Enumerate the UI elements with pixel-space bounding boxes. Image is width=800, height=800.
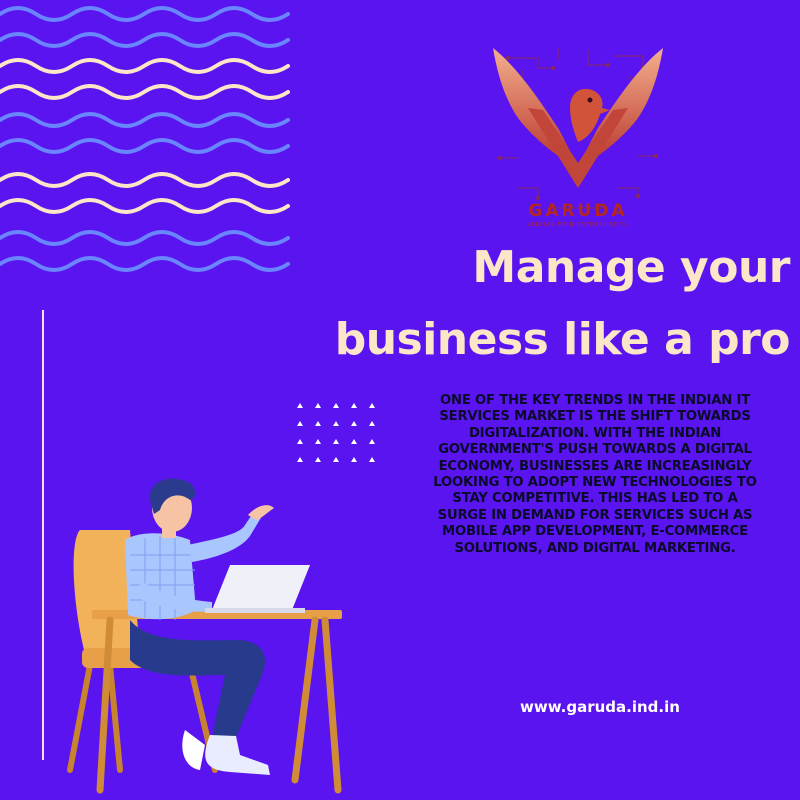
website-url[interactable]: www.garuda.ind.in: [480, 698, 720, 716]
headline-line-2: business like a pro: [334, 314, 791, 365]
wave-line: [0, 112, 290, 128]
laptop-base: [205, 608, 305, 613]
person-raised-arm: [188, 510, 262, 562]
wave-line: [0, 58, 290, 74]
logo-wordmark: GARUDA: [528, 201, 628, 221]
triangle-dot-grid: [297, 403, 375, 462]
wave-line: [0, 172, 290, 188]
wave-line: [0, 32, 290, 48]
wave-line: [0, 6, 290, 22]
person-pants: [130, 620, 266, 740]
headline-line-1: Manage your: [472, 242, 790, 293]
brand-logo: GARUDA VERITAS MAIN ENTERPRISE TV: [488, 38, 668, 238]
poster: GARUDA VERITAS MAIN ENTERPRISE TV Manage…: [0, 0, 800, 800]
headline: Manage your business like a pro: [230, 232, 791, 376]
laptop-screen: [212, 565, 310, 610]
person-at-laptop-illustration: [67, 478, 342, 794]
person-shoe-back: [182, 730, 205, 770]
wave-line: [0, 138, 290, 154]
logo-tagline: VERITAS MAIN ENTERPRISE TV: [527, 222, 629, 228]
wave-line: [0, 198, 290, 214]
wave-line: [0, 84, 290, 100]
body-paragraph: ONE OF THE KEY TRENDS IN THE INDIAN IT S…: [433, 393, 757, 556]
